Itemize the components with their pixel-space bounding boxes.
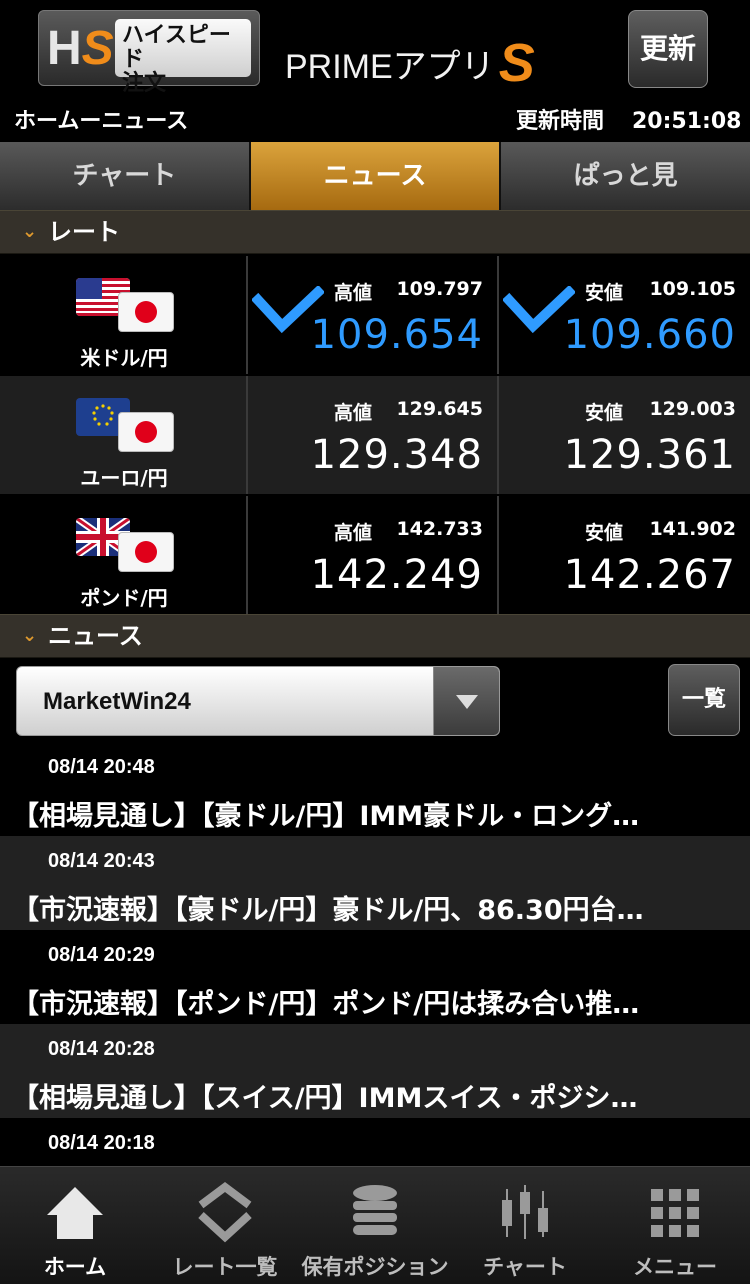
nav-label: 保有ポジション [301, 1255, 449, 1279]
triangle-down-icon [456, 695, 478, 709]
menu-grid-icon [651, 1189, 699, 1237]
high-speed-order-label: ハイスピード 注文 [115, 19, 251, 96]
bid-cell[interactable]: 高値 109.797 109.654 [248, 256, 499, 374]
chevron-down-icon: ⌄ [22, 625, 38, 646]
pair-cell: ユーロ/円 [0, 376, 248, 494]
low-label: 安値 [585, 282, 624, 304]
update-time-value: 20:51:08 [632, 109, 742, 134]
nav-label: レート一覧 [172, 1255, 278, 1279]
dropdown-arrow[interactable] [433, 667, 499, 735]
chevron-down-icon: ⌄ [22, 221, 38, 242]
news-time: 08/14 20:29 [48, 944, 155, 966]
low-value: 109.105 [649, 278, 736, 300]
jp-flag-icon [118, 532, 174, 572]
gbpjpy-flags [76, 518, 176, 576]
ask-price: 129.361 [563, 432, 736, 478]
news-section-label: ニュース [48, 622, 143, 650]
nav-label: メニュー [633, 1255, 717, 1279]
ask-price: 109.660 [563, 312, 736, 358]
usdjpy-flags [76, 278, 176, 336]
high-label: 高値 [334, 402, 373, 424]
pair-cell: 米ドル/円 [0, 256, 248, 374]
news-title: 【市況速報】【ポンド/円】ポンド/円は揉み合い推… [12, 989, 640, 1020]
news-item[interactable]: 08/14 20:28 【相場見通し】【スイス/円】IMMスイス・ポジシ… [0, 1024, 750, 1118]
bottom-nav: ホーム レート一覧 保有ポジション チャート メニュー [0, 1166, 750, 1284]
pair-cell: ポンド/円 [0, 496, 248, 614]
ask-cell[interactable]: 安値 141.902 142.267 [499, 496, 750, 614]
news-time: 08/14 20:43 [48, 850, 155, 872]
tab-bar: チャート ニュース ぱっと見 [0, 142, 750, 210]
jp-flag-icon [118, 292, 174, 332]
rate-section-header[interactable]: ⌄ レート [0, 210, 750, 254]
refresh-button[interactable]: 更新 [628, 10, 708, 88]
rate-row-gbpjpy[interactable]: ポンド/円 高値 142.733 142.249 安値 141.902 142.… [0, 496, 750, 614]
rate-section-label: レート [48, 218, 120, 246]
high-speed-order-button[interactable]: HS ハイスピード 注文 [38, 10, 260, 96]
news-title: 【相場見通し】【スイス/円】IMMスイス・ポジシ… [12, 1083, 638, 1114]
news-time: 08/14 20:48 [48, 756, 155, 778]
nav-menu[interactable]: メニュー [600, 1167, 750, 1284]
tab-chart[interactable]: チャート [0, 142, 251, 210]
high-label: 高値 [334, 282, 373, 304]
chart-icon [502, 1185, 548, 1239]
rate-list-icon [198, 1182, 252, 1243]
hs-logo: HS [47, 22, 114, 75]
bid-price: 142.249 [310, 552, 483, 598]
nav-chart[interactable]: チャート [450, 1167, 600, 1284]
ask-cell[interactable]: 安値 129.003 129.361 [499, 376, 750, 494]
app-title-text: PRIMEアプリ [285, 48, 495, 86]
breadcrumb: ホームーニュース [14, 109, 189, 134]
eurjpy-flags [76, 398, 176, 456]
nav-rate-list[interactable]: レート一覧 [150, 1167, 300, 1284]
app-header: HS ハイスピード 注文 PRIMEアプリ S 更新 [0, 0, 750, 102]
app-title-s: S [498, 33, 535, 93]
bid-price: 129.348 [310, 432, 483, 478]
news-item[interactable]: 08/14 20:18 [0, 1118, 750, 1166]
positions-icon [353, 1185, 397, 1235]
news-source-bar: MarketWin24 一覧 [0, 658, 750, 742]
tab-quick-view[interactable]: ぱっと見 [501, 142, 750, 210]
pair-name: ポンド/円 [80, 586, 168, 610]
high-label: 高値 [334, 522, 373, 544]
high-value: 109.797 [396, 278, 483, 300]
home-icon [47, 1187, 103, 1239]
update-time-label: 更新時間 [516, 109, 605, 134]
bid-cell[interactable]: 高値 142.733 142.249 [248, 496, 499, 614]
nav-home[interactable]: ホーム [0, 1167, 150, 1284]
hs-label-line1: ハイスピード [122, 23, 231, 72]
news-item[interactable]: 08/14 20:29 【市況速報】【ポンド/円】ポンド/円は揉み合い推… [0, 930, 750, 1024]
news-title: 【相場見通し】【豪ドル/円】IMM豪ドル・ロング… [12, 801, 640, 832]
news-time: 08/14 20:18 [48, 1132, 155, 1154]
low-value: 129.003 [649, 398, 736, 420]
jp-flag-icon [118, 412, 174, 452]
nav-label: ホーム [43, 1255, 107, 1279]
ask-price: 142.267 [563, 552, 736, 598]
hs-label-line2: 注文 [122, 71, 167, 96]
pair-name: ユーロ/円 [80, 466, 168, 490]
nav-positions[interactable]: 保有ポジション [300, 1167, 450, 1284]
status-bar: ホームーニュース 更新時間 20:51:08 [0, 102, 750, 142]
ask-cell[interactable]: 安値 109.105 109.660 [499, 256, 750, 374]
low-label: 安値 [585, 402, 624, 424]
news-time: 08/14 20:28 [48, 1038, 155, 1060]
pair-name: 米ドル/円 [80, 346, 168, 370]
nav-label: チャート [483, 1255, 567, 1279]
app-title: PRIMEアプリ S [285, 33, 535, 93]
news-item[interactable]: 08/14 20:43 【市況速報】【豪ドル/円】豪ドル/円、86.30円台… [0, 836, 750, 930]
news-title: 【市況速報】【豪ドル/円】豪ドル/円、86.30円台… [12, 895, 644, 926]
news-source-select[interactable]: MarketWin24 [16, 666, 500, 736]
news-source-value: MarketWin24 [43, 688, 191, 715]
high-value: 142.733 [396, 518, 483, 540]
low-value: 141.902 [649, 518, 736, 540]
rate-row-usdjpy[interactable]: 米ドル/円 高値 109.797 109.654 安値 109.105 109.… [0, 256, 750, 374]
bid-cell[interactable]: 高値 129.645 129.348 [248, 376, 499, 494]
low-label: 安値 [585, 522, 624, 544]
bid-price: 109.654 [310, 312, 483, 358]
rate-row-eurjpy[interactable]: ユーロ/円 高値 129.645 129.348 安値 129.003 129.… [0, 376, 750, 494]
high-value: 129.645 [396, 398, 483, 420]
tab-news[interactable]: ニュース [250, 142, 502, 210]
news-section-header[interactable]: ⌄ ニュース [0, 614, 750, 658]
news-list-button[interactable]: 一覧 [668, 664, 740, 736]
news-item[interactable]: 08/14 20:48 【相場見通し】【豪ドル/円】IMM豪ドル・ロング… [0, 742, 750, 836]
